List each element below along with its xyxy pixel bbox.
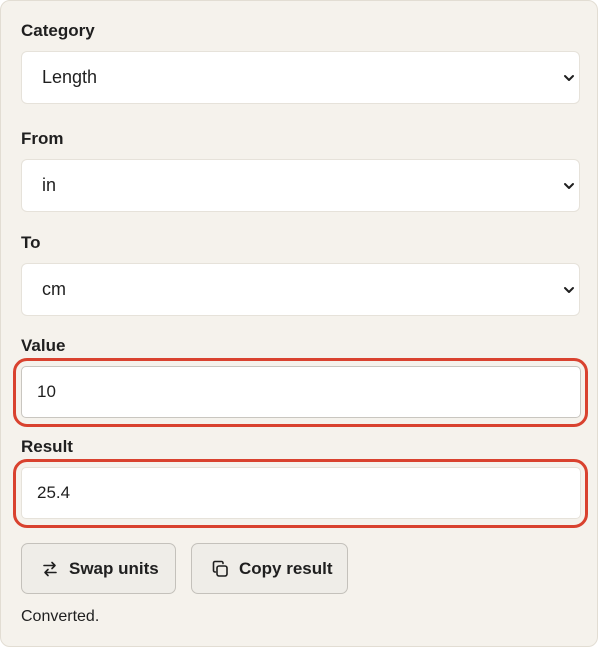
copy-icon [212,560,228,577]
value-label: Value [21,336,66,355]
category-select-value: Length [42,67,98,87]
converter-panel: Category Length From in To cm Value 10 R… [0,0,598,647]
swap-units-button[interactable]: Swap units [21,543,176,594]
result-output-text: 25.4 [37,483,71,502]
copy-result-label: Copy result [239,558,333,578]
from-unit-select-value: in [42,175,57,195]
result-output[interactable]: 25.4 [21,467,581,519]
chevron-down-icon [564,182,574,189]
from-unit-select[interactable]: in [21,159,580,212]
category-select[interactable]: Length [21,51,580,104]
result-label: Result [21,437,73,456]
to-unit-select-value: cm [42,279,66,299]
chevron-down-icon [564,74,574,81]
value-input-text: 10 [37,382,56,401]
value-input[interactable]: 10 [21,366,581,418]
from-label: From [21,129,64,148]
to-label: To [21,233,41,252]
category-label: Category [21,21,95,40]
to-unit-select[interactable]: cm [21,263,580,316]
swap-units-label: Swap units [69,558,159,578]
swap-arrows-icon [43,561,57,576]
copy-result-button[interactable]: Copy result [191,543,348,594]
status-message: Converted. [21,608,100,625]
chevron-down-icon [564,286,574,293]
